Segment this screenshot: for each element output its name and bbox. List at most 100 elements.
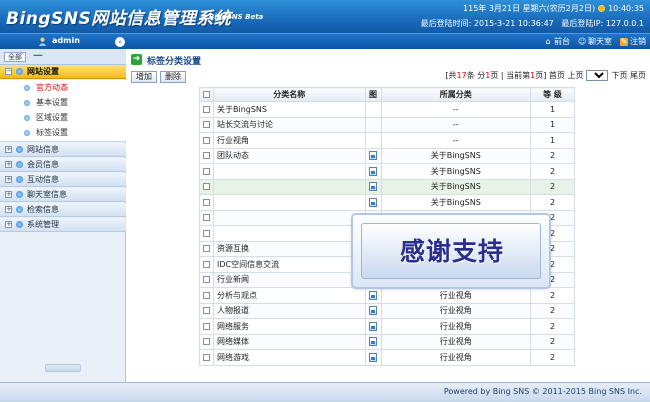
table-row[interactable]: 网络服务 行业视角 2 [199,318,575,335]
image-icon[interactable] [369,197,378,207]
category-name-cell[interactable]: IDC空间信息交流 [213,256,366,273]
row-checkbox[interactable] [203,167,210,175]
row-checkbox[interactable] [203,105,210,113]
table-row[interactable]: 网络媒体 行业视角 2 [199,333,575,350]
image-icon[interactable] [369,352,378,362]
category-name-cell[interactable]: 站长交流与讨论 [213,116,366,133]
category-name-cell[interactable]: 行业视角 [213,132,366,149]
row-select-cell[interactable] [199,116,214,133]
sidebar-section-interaction-info[interactable]: + 互动信息 [0,173,126,187]
category-name-cell[interactable]: 团队动态 [213,147,366,164]
plus-toggle-icon[interactable]: + [5,191,12,198]
sidebar-item-region-settings[interactable]: 区域设置 [0,110,126,125]
row-select-cell[interactable] [199,225,214,242]
category-name-cell[interactable]: 网络游戏 [213,349,366,366]
plus-toggle-icon[interactable]: + [5,176,12,183]
table-row[interactable]: 人物报道 行业视角 2 [199,302,575,319]
image-icon[interactable] [369,321,378,331]
row-checkbox[interactable] [203,353,210,361]
collapse-sidebar-button[interactable]: ‹ [115,37,125,47]
sidebar-item-basic-settings[interactable]: 基本设置 [0,95,126,110]
table-row[interactable]: 团队动态 关于BingSNS 2 [199,147,575,164]
category-name-cell[interactable] [213,209,366,226]
row-checkbox[interactable] [203,276,210,284]
row-select-cell[interactable] [199,302,214,319]
row-select-cell[interactable] [199,287,214,304]
sidebar-section-search-info[interactable]: + 检索信息 [0,203,126,217]
row-select-cell[interactable] [199,194,214,211]
table-row[interactable]: 关于BingSNS -- 1 [199,101,575,118]
row-select-cell[interactable] [199,178,214,195]
plus-toggle-icon[interactable]: + [5,161,12,168]
image-icon[interactable] [369,166,378,176]
select-all-header[interactable] [199,87,214,102]
plus-toggle-icon[interactable]: + [5,221,12,228]
sidebar-section-member-info[interactable]: + 会员信息 [0,158,126,172]
category-name-cell[interactable]: 人物报道 [213,302,366,319]
row-select-cell[interactable] [199,209,214,226]
table-row[interactable]: 分析与观点 行业视角 2 [199,287,575,304]
table-row[interactable]: 关于BingSNS2 [199,163,575,180]
image-icon[interactable] [369,337,378,347]
category-name-cell[interactable] [213,163,366,180]
category-name-cell[interactable]: 行业新闻 [213,271,366,288]
tab-all[interactable]: 全部 [4,52,26,62]
logout-link[interactable]: ✎ 注销 [620,36,646,47]
collapse-all-icon[interactable]: — [33,51,43,61]
sidebar-section-site-settings[interactable]: − 网站设置 [0,65,126,79]
pager-nav-next-last[interactable]: 下页 尾页 [611,70,646,81]
table-row[interactable]: 关于BingSNS2 [199,194,575,211]
sidebar-item-tag-settings[interactable]: 标签设置 [0,125,126,140]
row-select-cell[interactable] [199,256,214,273]
row-select-cell[interactable] [199,271,214,288]
row-select-cell[interactable] [199,349,214,366]
add-button[interactable]: 增加 [131,71,157,83]
select-all-checkbox[interactable] [203,91,210,98]
category-name-cell[interactable] [213,225,366,242]
delete-button[interactable]: 删除 [160,71,186,83]
plus-toggle-icon[interactable]: + [5,206,12,213]
row-checkbox[interactable] [203,136,210,144]
sidebar-scroll-handle[interactable] [0,362,126,374]
pager-nav-first-prev[interactable]: 页] 首页 上页 [535,70,583,81]
category-name-cell[interactable]: 关于BingSNS [213,101,366,118]
chatroom-link[interactable]: ☺ 聊天室 [578,36,612,47]
row-checkbox[interactable] [203,183,210,191]
row-checkbox[interactable] [203,121,210,129]
category-name-cell[interactable]: 网络服务 [213,318,366,335]
row-checkbox[interactable] [203,198,210,206]
row-checkbox[interactable] [203,152,210,160]
row-checkbox[interactable] [203,307,210,315]
sidebar-item-official-news[interactable]: 官方动态 [0,80,126,95]
table-row[interactable]: 关于BingSNS2 [199,178,575,195]
row-select-cell[interactable] [199,132,214,149]
category-name-cell[interactable]: 分析与观点 [213,287,366,304]
image-icon[interactable] [369,290,378,300]
row-select-cell[interactable] [199,333,214,350]
row-select-cell[interactable] [199,163,214,180]
image-icon[interactable] [369,306,378,316]
frontend-link[interactable]: ⌂ 前台 [544,36,570,47]
scroll-grip[interactable] [45,364,81,372]
row-select-cell[interactable] [199,147,214,164]
row-checkbox[interactable] [203,214,210,222]
row-select-cell[interactable] [199,318,214,335]
category-name-cell[interactable]: 资源互换 [213,240,366,257]
row-checkbox[interactable] [203,338,210,346]
row-checkbox[interactable] [203,229,210,237]
category-name-cell[interactable]: 网络媒体 [213,333,366,350]
category-name-cell[interactable] [213,194,366,211]
table-row[interactable]: 行业视角 -- 1 [199,132,575,149]
image-icon[interactable] [369,151,378,161]
row-checkbox[interactable] [203,260,210,268]
row-checkbox[interactable] [203,291,210,299]
category-name-cell[interactable] [213,178,366,195]
table-row[interactable]: 网络游戏 行业视角 2 [199,349,575,366]
image-icon[interactable] [369,182,378,192]
page-select[interactable]: 1 [586,70,609,81]
sidebar-section-system-admin[interactable]: + 系统管理 [0,218,126,232]
plus-toggle-icon[interactable]: + [5,146,12,153]
minus-toggle-icon[interactable]: − [5,68,12,75]
sidebar-section-site-info[interactable]: + 网站信息 [0,143,126,157]
table-row[interactable]: 站长交流与讨论 -- 1 [199,116,575,133]
